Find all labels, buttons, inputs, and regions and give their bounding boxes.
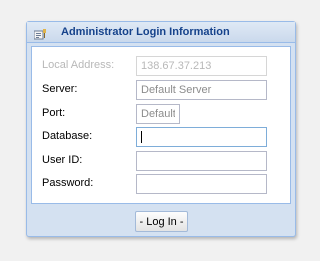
login-button[interactable]: - Log In - — [135, 211, 188, 232]
password-row: Password: — [32, 174, 290, 194]
port-row: Port: — [32, 104, 290, 124]
server-row: Server: — [32, 80, 290, 100]
local-address-row: Local Address: — [32, 56, 290, 76]
password-field[interactable] — [136, 174, 267, 194]
server-field[interactable] — [136, 80, 267, 100]
database-label: Database: — [42, 130, 93, 142]
server-label: Server: — [42, 83, 78, 95]
user-id-field[interactable] — [136, 151, 267, 171]
database-row: Database: — [32, 127, 290, 147]
panel-title: Administrator Login Information — [61, 26, 230, 38]
user-id-row: User ID: — [32, 151, 290, 171]
login-panel: Administrator Login Information Local Ad… — [26, 21, 296, 237]
panel-header: Administrator Login Information — [27, 22, 295, 43]
text-cursor — [141, 131, 142, 143]
port-field[interactable] — [136, 104, 180, 124]
database-field[interactable] — [136, 127, 267, 147]
login-form-icon — [33, 27, 47, 40]
user-id-label: User ID: — [42, 154, 83, 166]
local-address-label: Local Address: — [42, 59, 115, 71]
login-form: Local Address: Server: Port: Database: U… — [31, 46, 291, 204]
local-address-field — [136, 56, 267, 76]
port-label: Port: — [42, 107, 66, 119]
password-label: Password: — [42, 177, 94, 189]
